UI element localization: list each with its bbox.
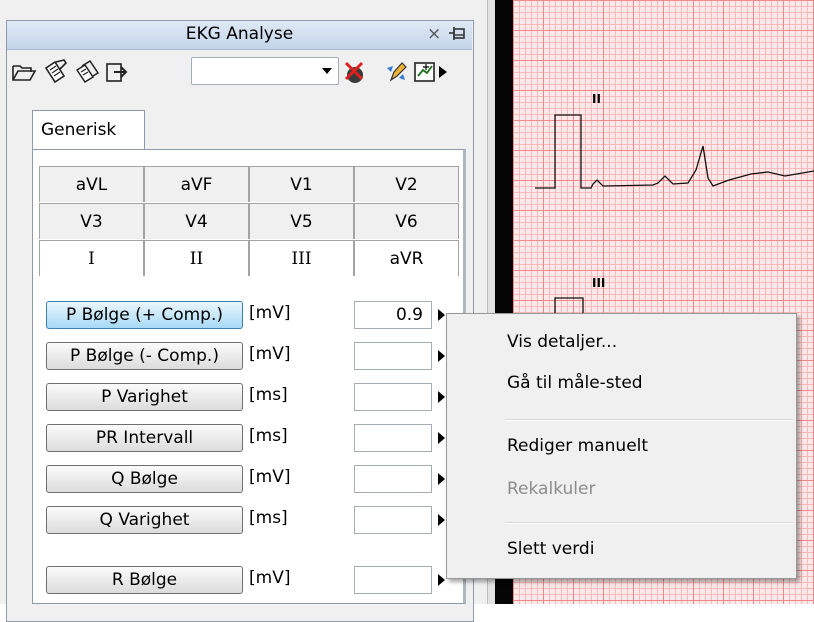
measurement-unit: [ms] — [249, 426, 288, 446]
chevron-down-icon — [322, 68, 332, 74]
measurement-button-q-duration[interactable]: Q Varighet — [46, 506, 243, 534]
lead-tab-v6[interactable]: V6 — [354, 203, 459, 239]
measurement-button-pr-interval[interactable]: PR Intervall — [46, 424, 243, 452]
lead-tab-v5[interactable]: V5 — [249, 203, 354, 239]
measurement-value-field[interactable] — [354, 566, 432, 594]
measurement-value-field[interactable] — [354, 424, 432, 452]
menu-item-show-details[interactable]: Vis detaljer... — [507, 332, 617, 352]
lead-tab-iii[interactable]: III — [249, 240, 354, 276]
submenu-arrow-icon[interactable] — [438, 350, 445, 362]
submenu-arrow-icon[interactable] — [438, 473, 445, 485]
measurement-value-field[interactable]: 0.9 — [354, 301, 432, 329]
ecg-trace-lead-ii — [535, 114, 814, 189]
measurement-unit: [ms] — [249, 385, 288, 405]
measurement-button-p-wave-plus[interactable]: P Bølge (+ Comp.) — [46, 301, 243, 329]
measurement-button-p-duration[interactable]: P Varighet — [46, 383, 243, 411]
context-menu: Vis detaljer... Gå til måle-sted Rediger… — [446, 313, 797, 579]
measurement-row: R Bølge [mV] — [46, 566, 446, 594]
measurement-row: P Bølge (- Comp.) [mV] — [46, 342, 446, 370]
menu-separator — [505, 522, 793, 524]
lead-tab-v4[interactable]: V4 — [144, 203, 249, 239]
measurement-row: P Varighet [ms] — [46, 383, 446, 411]
measurement-value-field[interactable] — [354, 383, 432, 411]
menu-item-edit-manually[interactable]: Rediger manuelt — [507, 436, 648, 456]
measurement-unit: [mV] — [249, 303, 291, 323]
lead-tab-v2[interactable]: V2 — [354, 166, 459, 202]
export-icon[interactable] — [104, 58, 132, 86]
menu-item-recalculate: Rekalkuler — [507, 479, 596, 499]
lead-tab-avr[interactable]: aVR — [354, 240, 459, 276]
measurement-row: P Bølge (+ Comp.) [mV] 0.9 — [46, 301, 446, 329]
lead-tab-v1[interactable]: V1 — [249, 166, 354, 202]
measurement-row: PR Intervall [ms] — [46, 424, 446, 452]
measurement-value-field[interactable] — [354, 342, 432, 370]
toolbar-dropdown[interactable] — [191, 57, 339, 85]
submenu-arrow-icon[interactable] — [438, 432, 445, 444]
measurement-unit: [mV] — [249, 344, 291, 364]
lead-tab-row-3: I II III aVR — [39, 240, 459, 276]
measurement-button-p-wave-minus[interactable]: P Bølge (- Comp.) — [46, 342, 243, 370]
ekg-analyse-panel: EKG Analyse × Generisk aVL aVF V1 V2 V3 … — [0, 0, 487, 622]
lead-tab-i[interactable]: I — [39, 240, 144, 276]
lead-tab-avl[interactable]: aVL — [39, 166, 144, 202]
lead-tab-ii[interactable]: II — [144, 240, 249, 276]
more-arrow-icon[interactable] — [436, 58, 450, 86]
recalc-pencil-icon[interactable] — [383, 58, 411, 86]
lead-tab-v3[interactable]: V3 — [39, 203, 144, 239]
close-icon[interactable]: × — [427, 24, 441, 44]
panel-title-bar[interactable]: EKG Analyse × — [7, 21, 472, 50]
panel-title: EKG Analyse — [185, 24, 294, 44]
measurement-unit: [ms] — [249, 508, 288, 528]
measurement-unit: [mV] — [249, 568, 291, 588]
measurement-button-q-wave[interactable]: Q Bølge — [46, 465, 243, 493]
chart-icon[interactable] — [411, 58, 439, 86]
menu-separator — [505, 419, 793, 421]
measurement-row: Q Varighet [ms] — [46, 506, 446, 534]
submenu-arrow-icon[interactable] — [438, 574, 445, 586]
measurement-value-field[interactable] — [354, 465, 432, 493]
ecg-lead-label-iii: III — [592, 276, 606, 290]
submenu-arrow-icon[interactable] — [438, 391, 445, 403]
lead-tab-row-2: V3 V4 V5 V6 — [39, 203, 459, 239]
lead-tab-row-1: aVL aVF V1 V2 — [39, 166, 459, 202]
pin-icon[interactable] — [448, 25, 466, 43]
open-folder-icon[interactable] — [10, 58, 38, 86]
tab-generisk[interactable]: Generisk — [32, 110, 145, 150]
edit-sheet-icon[interactable] — [42, 58, 70, 86]
submenu-arrow-icon[interactable] — [438, 514, 445, 526]
edit-multi-icon[interactable] — [74, 58, 102, 86]
submenu-arrow-icon[interactable] — [438, 309, 445, 321]
menu-item-goto-measure-site[interactable]: Gå til måle-sted — [507, 373, 643, 393]
delete-x-icon[interactable] — [341, 58, 369, 86]
tab-generisk-label: Generisk — [41, 120, 117, 140]
measurement-unit: [mV] — [249, 467, 291, 487]
ecg-lead-label-ii: II — [592, 92, 601, 106]
measurement-button-r-wave[interactable]: R Bølge — [46, 566, 243, 594]
menu-item-delete-value[interactable]: Slett verdi — [507, 539, 594, 559]
measurement-value-field[interactable] — [354, 506, 432, 534]
measurement-row: Q Bølge [mV] — [46, 465, 446, 493]
lead-tab-avf[interactable]: aVF — [144, 166, 249, 202]
